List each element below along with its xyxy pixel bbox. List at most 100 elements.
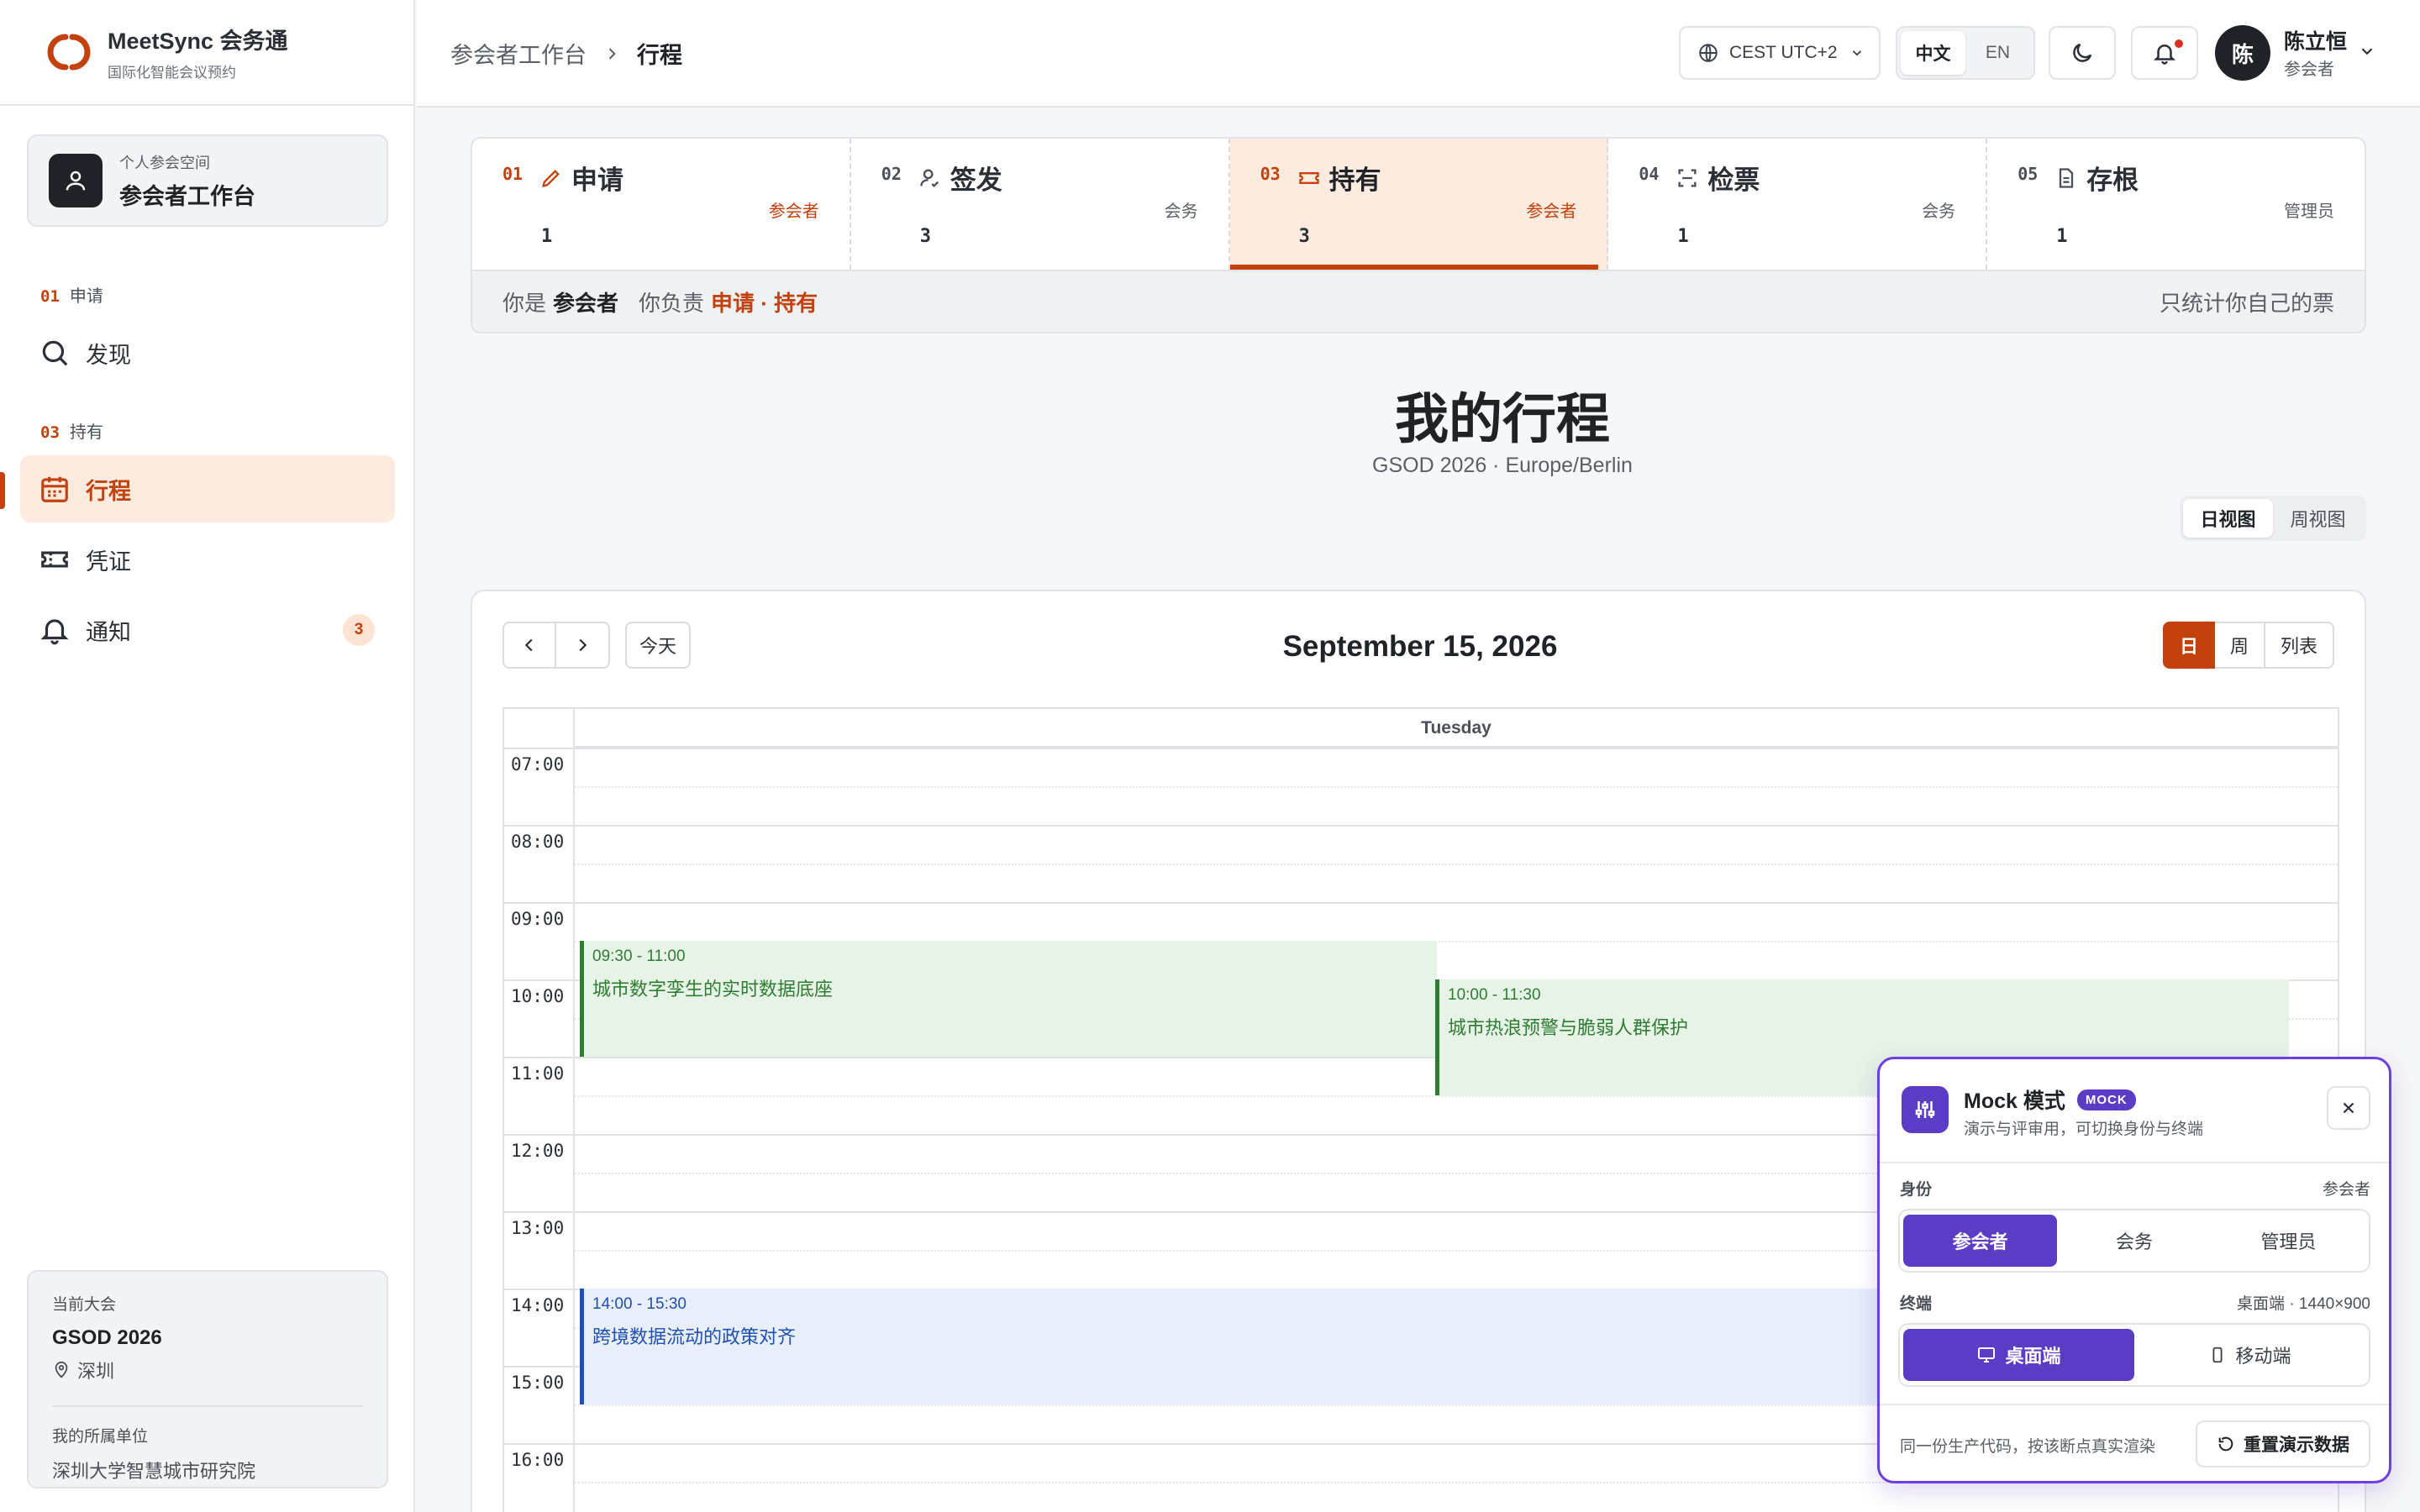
stage-count: 3 xyxy=(1298,226,1310,247)
breadcrumb: 参会者工作台 行程 xyxy=(450,37,682,70)
conference-city: 深圳 xyxy=(52,1357,363,1383)
terminal-mobile-option[interactable]: 移动端 xyxy=(2134,1329,2365,1381)
bell-icon xyxy=(40,619,69,645)
current-conference-card: 当前大会 GSOD 2026 深圳 我的所属单位 深圳大学智慧城市研究院 xyxy=(27,1270,388,1488)
divider xyxy=(1880,1162,2389,1163)
hour-label: 10:00 xyxy=(511,986,565,1006)
identity-switch: 参会者 会务 管理员 xyxy=(1898,1209,2370,1273)
terminal-mobile-label: 移动端 xyxy=(2235,1346,2291,1367)
unread-dot xyxy=(2175,39,2183,48)
stage-count: 1 xyxy=(1677,226,1689,247)
ticket-icon xyxy=(41,551,68,568)
reset-label: 重置演示数据 xyxy=(2244,1436,2349,1455)
hour-label: 11:00 xyxy=(511,1063,565,1084)
stage-title: 申请 xyxy=(539,159,623,197)
scan-icon xyxy=(1678,169,1697,186)
event-title: 城市数字孪生的实时数据底座 xyxy=(592,979,834,1000)
hour-row[interactable]: 07:00 xyxy=(504,748,2338,825)
stage-role: 会务 xyxy=(1922,202,1956,221)
sidebar-item-tickets[interactable]: 凭证 xyxy=(20,526,395,593)
weekday-header: Tuesday xyxy=(575,709,2338,748)
mock-badge: MOCK xyxy=(2076,1089,2136,1110)
identity-attendee-option[interactable]: 参会者 xyxy=(1903,1215,2058,1267)
lang-en-option[interactable]: EN xyxy=(1965,31,2030,75)
nav-section-num: 01 xyxy=(40,287,60,306)
active-indicator xyxy=(0,472,5,509)
search-icon xyxy=(42,340,68,366)
nav-section-hold: 03 持有 xyxy=(40,418,103,443)
hour-label: 14:00 xyxy=(511,1295,565,1315)
bell-icon xyxy=(2153,45,2176,65)
timezone-value: CEST UTC+2 xyxy=(1729,43,1838,62)
divider xyxy=(1880,1404,2389,1405)
stage-hold[interactable]: 03 持有 参会者 3 xyxy=(1229,139,1609,270)
mock-mode-panel: Mock 模式 MOCK 演示与评审用，可切换身份与终端 身份 参会者 参会者 … xyxy=(1877,1057,2391,1483)
sidebar-item-label: 凭证 xyxy=(86,549,131,575)
hour-row[interactable]: 08:00 xyxy=(504,825,2338,902)
stage-apply[interactable]: 01 申请 参会者 1 xyxy=(472,139,851,270)
identity-admin-option[interactable]: 管理员 xyxy=(2212,1215,2365,1267)
smartphone-icon xyxy=(2212,1347,2223,1363)
notifications-button[interactable] xyxy=(2131,26,2198,80)
workspace-title: 参会者工作台 xyxy=(119,183,255,209)
brand[interactable]: MeetSync 会务通 国际化智能会议预约 xyxy=(0,0,413,106)
mode-day-button[interactable]: 日 xyxy=(2162,622,2215,669)
workspace-label: 个人参会空间 xyxy=(119,154,210,171)
timezone-select[interactable]: CEST UTC+2 xyxy=(1679,26,1881,80)
workspace-switcher[interactable]: 个人参会空间 参会者工作台 xyxy=(27,134,388,227)
stage-num: 02 xyxy=(881,164,902,184)
stage-checkin[interactable]: 04 检票 会务 1 xyxy=(1608,139,1988,270)
hour-label: 16:00 xyxy=(511,1450,565,1470)
close-icon xyxy=(2343,1102,2354,1114)
lang-zh-option[interactable]: 中文 xyxy=(1901,31,1965,75)
stage-issue[interactable]: 02 签发 会务 3 xyxy=(851,139,1230,270)
nav-section-label: 持有 xyxy=(69,423,103,442)
chevron-down-icon[interactable] xyxy=(2358,42,2376,60)
identity-staff-option[interactable]: 会务 xyxy=(2057,1215,2211,1267)
brand-logo-icon xyxy=(47,34,91,71)
stage-count: 1 xyxy=(541,226,553,247)
hour-label: 08:00 xyxy=(511,832,565,852)
hour-label: 15:00 xyxy=(511,1373,565,1393)
day-view-tab[interactable]: 日视图 xyxy=(2183,499,2273,538)
sidebar-item-discover[interactable]: 发现 xyxy=(20,319,395,386)
stage-count: 3 xyxy=(919,226,932,247)
identity-value: 参会者 xyxy=(2322,1181,2370,1199)
avatar[interactable]: 陈 xyxy=(2215,25,2270,81)
nav-section-apply: 01 申请 xyxy=(40,282,103,307)
nav-section-label: 申请 xyxy=(69,287,103,306)
org-name: 深圳大学智慧城市研究院 xyxy=(52,1461,256,1482)
mode-list-button[interactable]: 列表 xyxy=(2265,622,2334,669)
mode-week-button[interactable]: 周 xyxy=(2214,622,2265,669)
week-view-tab[interactable]: 周视图 xyxy=(2273,499,2363,538)
chevron-down-icon xyxy=(1852,50,1861,56)
hour-label: 12:00 xyxy=(511,1141,565,1161)
terminal-desktop-label: 桌面端 xyxy=(2005,1346,2061,1367)
stage-num: 03 xyxy=(1260,164,1281,184)
sidebar-item-itinerary[interactable]: 行程 xyxy=(20,455,395,522)
stage-count: 1 xyxy=(2056,226,2068,247)
stage-title: 持有 xyxy=(1297,159,1381,197)
view-toggle: 日视图 周视图 xyxy=(2180,496,2366,541)
stage-archive[interactable]: 05 存根 管理员 1 xyxy=(1987,139,2365,270)
user-name[interactable]: 陈立恒 xyxy=(2284,25,2347,55)
calendar-event[interactable]: 09:30 - 11:00 城市数字孪生的实时数据底座 xyxy=(580,941,1437,1057)
duty-prefix: 你负责 xyxy=(639,290,705,316)
breadcrumb-parent[interactable]: 参会者工作台 xyxy=(450,37,587,70)
terminal-switch: 桌面端 移动端 xyxy=(1898,1323,2370,1387)
theme-toggle-button[interactable] xyxy=(2049,26,2116,80)
stage-title: 检票 xyxy=(1676,159,1760,197)
duties: 申请 · 持有 xyxy=(711,290,818,316)
conference-name: GSOD 2026 xyxy=(52,1326,162,1349)
file-icon xyxy=(2060,167,2074,188)
sidebar-item-notifications[interactable]: 通知 3 xyxy=(20,596,395,664)
stage-role: 管理员 xyxy=(2283,202,2334,221)
page-subtitle: GSOD 2026 · Europe/Berlin xyxy=(1372,454,1633,477)
user-check-icon xyxy=(920,169,939,187)
reset-demo-data-button[interactable]: 重置演示数据 xyxy=(2196,1420,2370,1467)
stage-stepper: 01 申请 参会者 1 02 签发 会务 3 03 持有 参会者 3 04 检票… xyxy=(471,137,2366,271)
terminal-desktop-option[interactable]: 桌面端 xyxy=(1903,1329,2134,1381)
page-title: 我的行程 xyxy=(1395,389,1610,449)
divider xyxy=(52,1405,363,1407)
close-button[interactable] xyxy=(2327,1086,2370,1130)
